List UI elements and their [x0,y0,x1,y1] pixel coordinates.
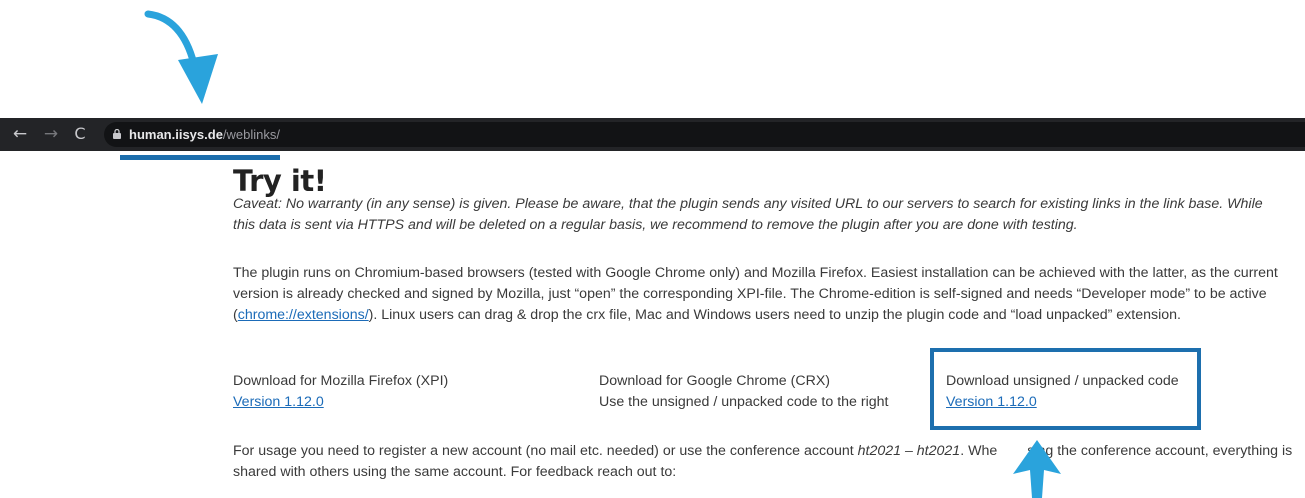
caveat-text: Caveat: No warranty (in any sense) is gi… [233,196,1263,233]
download-chrome-label: Download for Google Chrome (CRX) [599,373,831,389]
annotation-highlight-box [930,348,1201,430]
annotation-arrow-down-icon [144,10,218,104]
url-path: /weblinks/ [222,127,280,142]
download-chrome: Download for Google Chrome (CRX) Use the… [599,371,888,413]
annotation-arrow-up-icon [1013,440,1061,498]
download-firefox-label: Download for Mozilla Firefox (XPI) [233,373,449,389]
url-domain: human.iisys.de [129,127,223,142]
download-firefox: Download for Mozilla Firefox (XPI) Versi… [233,371,448,413]
browser-toolbar: ← → C human.iisys.de/weblinks/ [0,118,1305,151]
page-title: Try it! [233,164,327,198]
lock-icon [113,129,121,139]
conference-account: ht2021 – ht2021 [857,443,961,459]
forward-arrow-icon[interactable]: → [42,125,60,143]
usage-text-mid: . Whe [960,443,998,459]
usage-paragraph: For usage you need to register a new acc… [233,441,1298,483]
intro-text-after: ). Linux users can drag & drop the crx f… [368,307,1181,323]
annotation-underline [120,155,280,160]
chrome-extensions-link[interactable]: chrome://extensions/ [238,307,369,323]
intro-paragraph: The plugin runs on Chromium-based browse… [233,263,1298,326]
download-firefox-link[interactable]: Version 1.12.0 [233,394,324,410]
reload-icon[interactable]: C [71,125,89,143]
usage-text-before: For usage you need to register a new acc… [233,443,858,459]
address-bar[interactable]: human.iisys.de/weblinks/ [104,122,1305,147]
download-chrome-note: Use the unsigned / unpacked code to the … [599,394,889,410]
back-arrow-icon[interactable]: ← [11,125,29,143]
url-text[interactable]: human.iisys.de/weblinks/ [129,127,280,143]
